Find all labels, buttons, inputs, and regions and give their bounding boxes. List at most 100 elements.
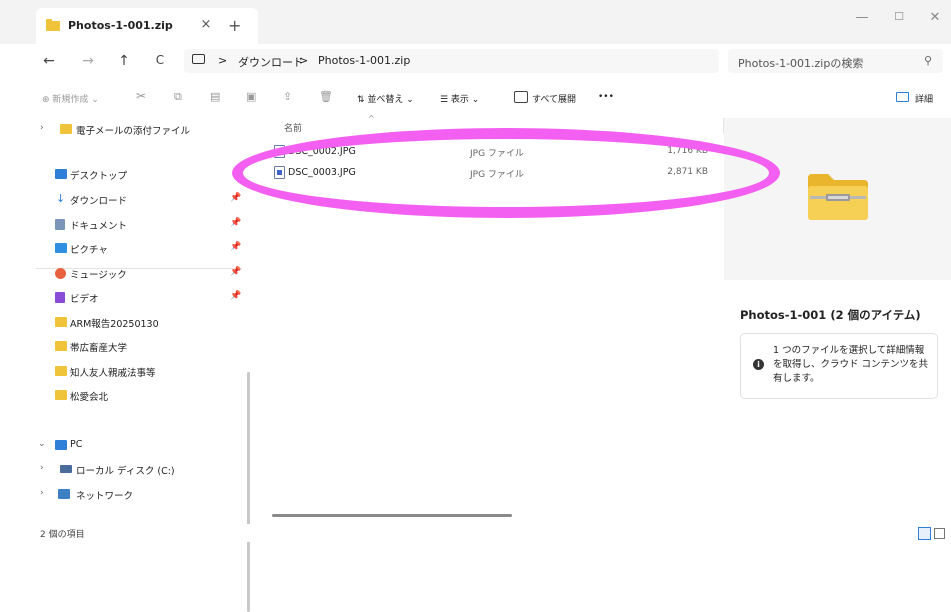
new-tab-button[interactable]: + — [228, 16, 241, 35]
extract-icon — [514, 91, 528, 103]
chevron-right-icon[interactable]: › — [40, 123, 44, 133]
sidebar-item-documents[interactable]: ドキュメント 📌 — [0, 214, 250, 236]
sidebar-item-downloads[interactable]: ↓ ダウンロード 📌 — [0, 189, 250, 211]
pin-icon: 📌 — [230, 218, 242, 228]
search-placeholder: Photos-1-001.zipの検索 — [738, 57, 864, 70]
view-button[interactable]: ☰ 表示 ⌄ — [440, 92, 479, 105]
sidebar-item-folder[interactable]: ARM報告20250130 — [0, 312, 250, 334]
expand-all-button[interactable]: すべて展開 — [532, 92, 576, 105]
details-pane: Photos-1-001 (2 個のアイテム) i 1 つのファイルを選択して詳… — [724, 118, 951, 524]
file-type: JPG ファイル — [470, 170, 524, 180]
more-button[interactable]: ••• — [598, 92, 614, 102]
breadcrumb-downloads[interactable]: ダウンロード — [238, 54, 304, 70]
sidebar-item-label: 帯広畜産大学 — [70, 343, 128, 354]
refresh-button[interactable]: C — [151, 53, 169, 67]
computer-icon — [192, 54, 205, 64]
address-row: ← → ↑ C > ダウンロード > Photos-1-001.zip Phot… — [0, 44, 951, 78]
copy-icon[interactable]: ⧉ — [174, 90, 182, 104]
item-count: 2 個の項目 — [40, 530, 85, 540]
new-button[interactable]: ⊕ 新規作成 ⌄ — [42, 92, 99, 105]
search-box[interactable]: Photos-1-001.zipの検索 ⚲ — [728, 49, 943, 73]
sidebar-item-label: ダウンロード — [70, 196, 128, 207]
rename-icon[interactable]: ▣ — [246, 90, 256, 103]
sidebar-item-local-disk[interactable]: › ローカル ディスク (C:) — [0, 459, 250, 481]
sidebar-item-videos[interactable]: ビデオ 📌 — [0, 287, 250, 309]
breadcrumb-zip[interactable]: Photos-1-001.zip — [318, 54, 410, 67]
sidebar-item-desktop[interactable]: デスクトップ — [0, 164, 250, 186]
table-row[interactable]: DSC_0002.JPG JPG ファイル 1,716 KB — [258, 142, 724, 162]
sidebar-item-label: ARM報告20250130 — [70, 319, 159, 330]
sidebar-item-label: ミュージック — [70, 270, 127, 281]
table-row[interactable]: DSC_0003.JPG JPG ファイル 2,871 KB — [258, 163, 724, 183]
delete-icon[interactable]: 🗑 — [319, 90, 333, 103]
up-button[interactable]: ↑ — [115, 53, 133, 69]
horizontal-scrollbar[interactable] — [272, 514, 512, 517]
file-size: 1,716 KB — [667, 146, 708, 156]
maximize-button[interactable]: ☐ — [889, 10, 909, 23]
close-button[interactable]: ✕ — [925, 10, 945, 25]
column-header-name[interactable]: 名前 — [284, 121, 302, 134]
pictures-icon — [55, 243, 67, 253]
sidebar-item-network[interactable]: › ネットワーク — [0, 484, 250, 506]
chevron-down-icon[interactable]: ⌄ — [38, 439, 46, 449]
sidebar-item-label: 電子メールの添付ファイル — [76, 126, 191, 137]
info-box: i 1 つのファイルを選択して詳細情報を取得し、クラウド コンテンツを共有します… — [740, 333, 938, 399]
command-bar: ⊕ 新規作成 ⌄ ✂ ⧉ ▤ ▣ ⇪ 🗑 ⇅ 並べ替え ⌄ ☰ 表示 ⌄ すべて… — [0, 78, 951, 119]
details-button[interactable]: 詳細 — [915, 92, 933, 105]
navigation-pane: › 電子メールの添付ファイル デスクトップ ↓ ダウンロード 📌 ドキュメント … — [0, 118, 258, 612]
documents-icon — [55, 219, 65, 230]
sidebar-item-label: 知人友人親戚法事等 — [70, 368, 156, 379]
sidebar-item-pc[interactable]: ⌄ PC — [0, 435, 250, 457]
details-title: Photos-1-001 (2 個のアイテム) — [740, 308, 921, 322]
search-icon: ⚲ — [924, 54, 933, 67]
music-icon — [55, 268, 66, 279]
videos-icon — [55, 292, 65, 303]
chevron-right-icon[interactable]: › — [40, 463, 44, 473]
sidebar-item-music[interactable]: ミュージック 📌 — [0, 263, 250, 285]
sort-indicator-icon: ^ — [368, 114, 375, 123]
folder-icon — [60, 124, 72, 134]
folder-icon — [55, 317, 67, 327]
back-button[interactable]: ← — [40, 53, 58, 69]
breadcrumb-separator: > — [299, 54, 309, 67]
pin-icon: 📌 — [230, 242, 242, 252]
file-type: JPG ファイル — [470, 149, 524, 159]
pc-icon — [55, 440, 67, 450]
network-icon — [58, 489, 70, 499]
sidebar-item-folder[interactable]: 知人友人親戚法事等 — [0, 361, 250, 383]
tab-active[interactable]: Photos-1-001.zip × — [36, 8, 258, 44]
sidebar-item-label: デスクトップ — [70, 171, 128, 182]
address-bar[interactable]: > ダウンロード > Photos-1-001.zip — [184, 49, 719, 73]
tab-close-icon[interactable]: × — [198, 17, 214, 33]
file-name: DSC_0003.JPG — [288, 167, 356, 178]
tiles-view-icon[interactable] — [934, 528, 945, 539]
minimize-button[interactable]: — — [852, 10, 872, 25]
sidebar-item-label: ドキュメント — [70, 221, 128, 232]
pin-icon: 📌 — [230, 267, 242, 277]
sidebar-item-label: ネットワーク — [76, 491, 134, 502]
desktop-icon — [55, 169, 67, 179]
sidebar-item-label: 松愛会北 — [70, 392, 109, 403]
forward-button[interactable]: → — [79, 53, 97, 69]
sidebar-item-folder[interactable]: 帯広畜産大学 — [0, 336, 250, 358]
image-file-icon — [274, 166, 285, 179]
info-icon: i — [753, 359, 764, 370]
cut-icon[interactable]: ✂ — [136, 89, 146, 103]
folder-icon — [55, 390, 67, 400]
paste-icon[interactable]: ▤ — [210, 90, 220, 103]
share-icon[interactable]: ⇪ — [283, 90, 292, 103]
sidebar-item-label: ピクチャ — [70, 245, 108, 256]
file-name: DSC_0002.JPG — [288, 146, 356, 157]
preview-area — [724, 118, 951, 280]
sidebar-scrollbar[interactable] — [247, 372, 250, 612]
chevron-right-icon[interactable]: › — [40, 488, 44, 498]
pin-icon: 📌 — [230, 193, 242, 203]
sidebar-item-label: PC — [70, 439, 83, 450]
details-view-icon[interactable] — [918, 527, 931, 540]
title-bar: Photos-1-001.zip × + — ☐ ✕ — [0, 0, 951, 44]
sidebar-item-folder[interactable]: 松愛会北 — [0, 385, 250, 407]
sort-button[interactable]: ⇅ 並べ替え ⌄ — [357, 92, 414, 105]
sidebar-item-attachments[interactable]: › 電子メールの添付ファイル — [0, 119, 250, 141]
file-size: 2,871 KB — [667, 167, 708, 177]
sidebar-item-pictures[interactable]: ピクチャ 📌 — [0, 238, 250, 260]
